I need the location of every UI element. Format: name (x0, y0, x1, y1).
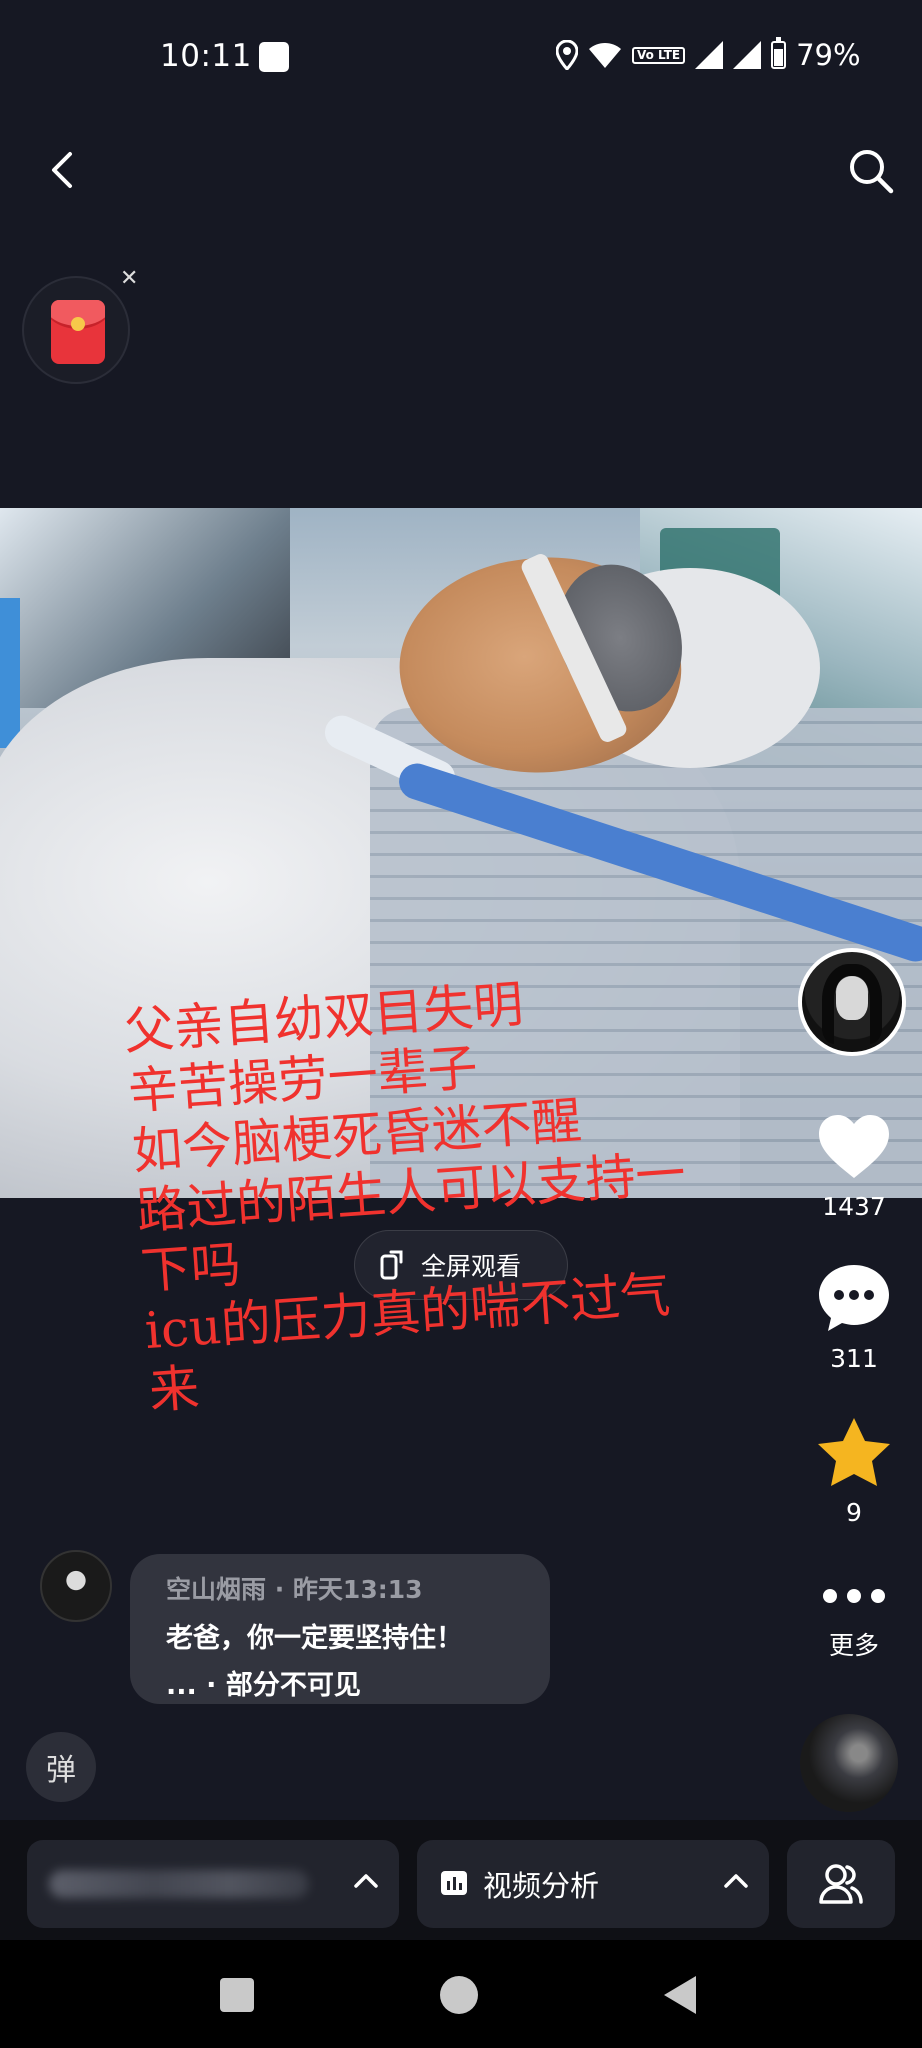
favorite-button[interactable]: 9 (804, 1416, 904, 1527)
friends-button[interactable] (787, 1840, 895, 1928)
close-icon[interactable]: ✕ (120, 266, 138, 291)
battery-percent: 79% (796, 38, 861, 72)
more-button[interactable]: 更多 (804, 1576, 904, 1662)
author-avatar[interactable] (798, 948, 906, 1056)
recent-apps-button[interactable] (220, 1978, 254, 2012)
red-packet-button[interactable] (22, 276, 130, 384)
home-button[interactable] (440, 1976, 478, 2014)
comment-button[interactable]: 311 (804, 1262, 904, 1373)
location-icon (556, 40, 578, 70)
battery-icon (771, 37, 787, 69)
like-button[interactable]: 1437 (804, 1112, 904, 1221)
signal-icon (695, 41, 724, 69)
friends-icon (819, 1864, 863, 1904)
video-caption-overlay: 父亲自幼双目失明 辛苦操劳一辈子 如今脑梗死昏迷不醒 路过的陌生人可以支持一 下… (122, 975, 688, 1420)
status-time: 10:11 (160, 38, 252, 74)
more-icon (823, 1589, 885, 1603)
commenter-avatar[interactable] (40, 1550, 112, 1622)
video-analysis-label: 视频分析 (483, 1869, 600, 1903)
comment-count: 311 (830, 1344, 878, 1373)
status-icons: Vo LTE 79% (556, 37, 861, 72)
signal-icon-2 (733, 41, 762, 69)
comment-visibility-note: ... · 部分不可见 (166, 1670, 361, 1701)
notification-icon (259, 42, 289, 72)
music-disc[interactable] (800, 1714, 898, 1812)
video-analysis-button[interactable]: 视频分析 (417, 1840, 769, 1928)
wifi-icon (589, 43, 621, 68)
comment-icon (819, 1265, 889, 1331)
chevron-up-icon (724, 1874, 748, 1888)
comment-user: 空山烟雨 (166, 1575, 267, 1604)
volte-icon: Vo LTE (632, 46, 686, 64)
favorite-count: 9 (846, 1498, 862, 1527)
back-icon[interactable] (44, 150, 84, 190)
comment-text: 老爸，你一定要坚持住！ (166, 1623, 463, 1654)
star-icon (818, 1418, 890, 1486)
blurred-info-button[interactable] (27, 1840, 399, 1928)
chevron-up-icon (354, 1874, 378, 1888)
chart-icon (441, 1871, 467, 1895)
danmaku-toggle-button[interactable]: 弹 (26, 1732, 96, 1802)
comment-bubble[interactable]: 空山烟雨 · 昨天13:13 老爸，你一定要坚持住！ ... · 部分不可见 (130, 1554, 550, 1704)
comment-time: · 昨天13:13 (274, 1575, 423, 1604)
heart-icon (819, 1115, 889, 1178)
system-back-button[interactable] (664, 1976, 696, 2014)
comment-meta: 空山烟雨 · 昨天13:13 (166, 1570, 550, 1606)
blurred-text (49, 1870, 309, 1898)
like-count: 1437 (822, 1192, 886, 1221)
red-packet-icon (51, 300, 105, 364)
more-label: 更多 (828, 1631, 879, 1660)
search-icon[interactable] (846, 146, 896, 196)
